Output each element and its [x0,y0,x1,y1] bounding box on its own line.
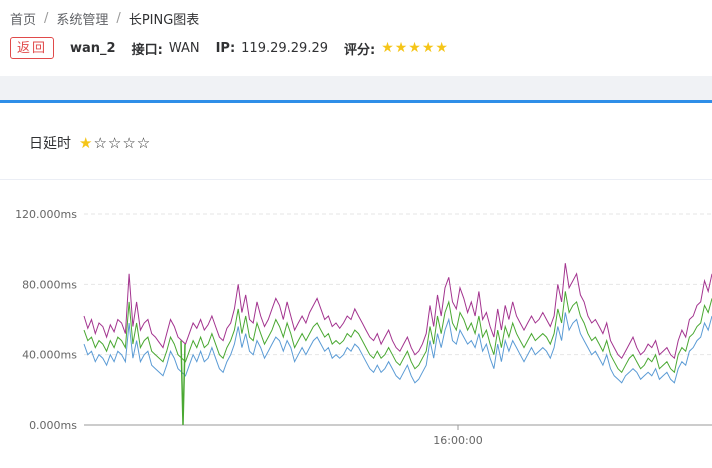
breadcrumb-current: 长PING图表 [128,13,200,28]
y-tick-label: 120.000ms [15,208,77,221]
breadcrumb: 首页 / 系统管理 / 长PING图表 [10,9,199,28]
rating-stars-icon: ★☆☆☆☆ [79,134,151,152]
breadcrumb-home[interactable]: 首页 [10,9,36,28]
y-tick-label: 80.000ms [22,278,77,291]
chart-card-title: 日延时 ★☆☆☆☆ [29,133,151,153]
back-button[interactable]: 返回 [10,37,55,59]
card-divider [0,179,712,180]
latency-chart[interactable]: 120.000ms 80.000ms 40.000ms 0.000ms 16:00:0… [0,196,712,468]
series-drop-spike [180,340,186,426]
card-accent-border [0,100,712,103]
chart-grid [84,213,712,430]
chart-title: 日延时 [29,136,71,152]
interface-value: WAN [168,40,200,56]
y-tick-label: 0.000ms [29,419,77,432]
device-info-bar: 返回 wan_2 接口: WAN IP: 119.29.29.29 评分: ★★… [10,36,449,60]
star-filled-icon: ★ [79,134,94,152]
score-label: 评分: [344,42,376,58]
interface-label: 接口: [131,42,163,58]
series-line-1 [83,263,712,360]
x-tick-label: 16:00:00 [433,434,482,447]
breadcrumb-system[interactable]: 系统管理 [56,9,108,28]
score-stars-icon: ★★★★★ [381,40,449,56]
y-axis-labels: 120.000ms 80.000ms 40.000ms 0.000ms [15,208,77,432]
breadcrumb-separator: / [116,11,121,26]
star-empty-icon: ☆☆☆☆ [93,134,152,152]
y-tick-label: 40.000ms [22,349,77,362]
series-line-3 [83,312,712,384]
ip-value: 119.29.29.29 [241,40,328,56]
chart-series [83,263,712,426]
series-line-2 [83,291,712,374]
device-name: wan_2 [70,40,116,56]
content-background [0,76,712,100]
ip-label: IP: [215,40,236,56]
x-axis-labels: 16:00:00 [433,434,482,447]
breadcrumb-separator: / [44,11,49,26]
